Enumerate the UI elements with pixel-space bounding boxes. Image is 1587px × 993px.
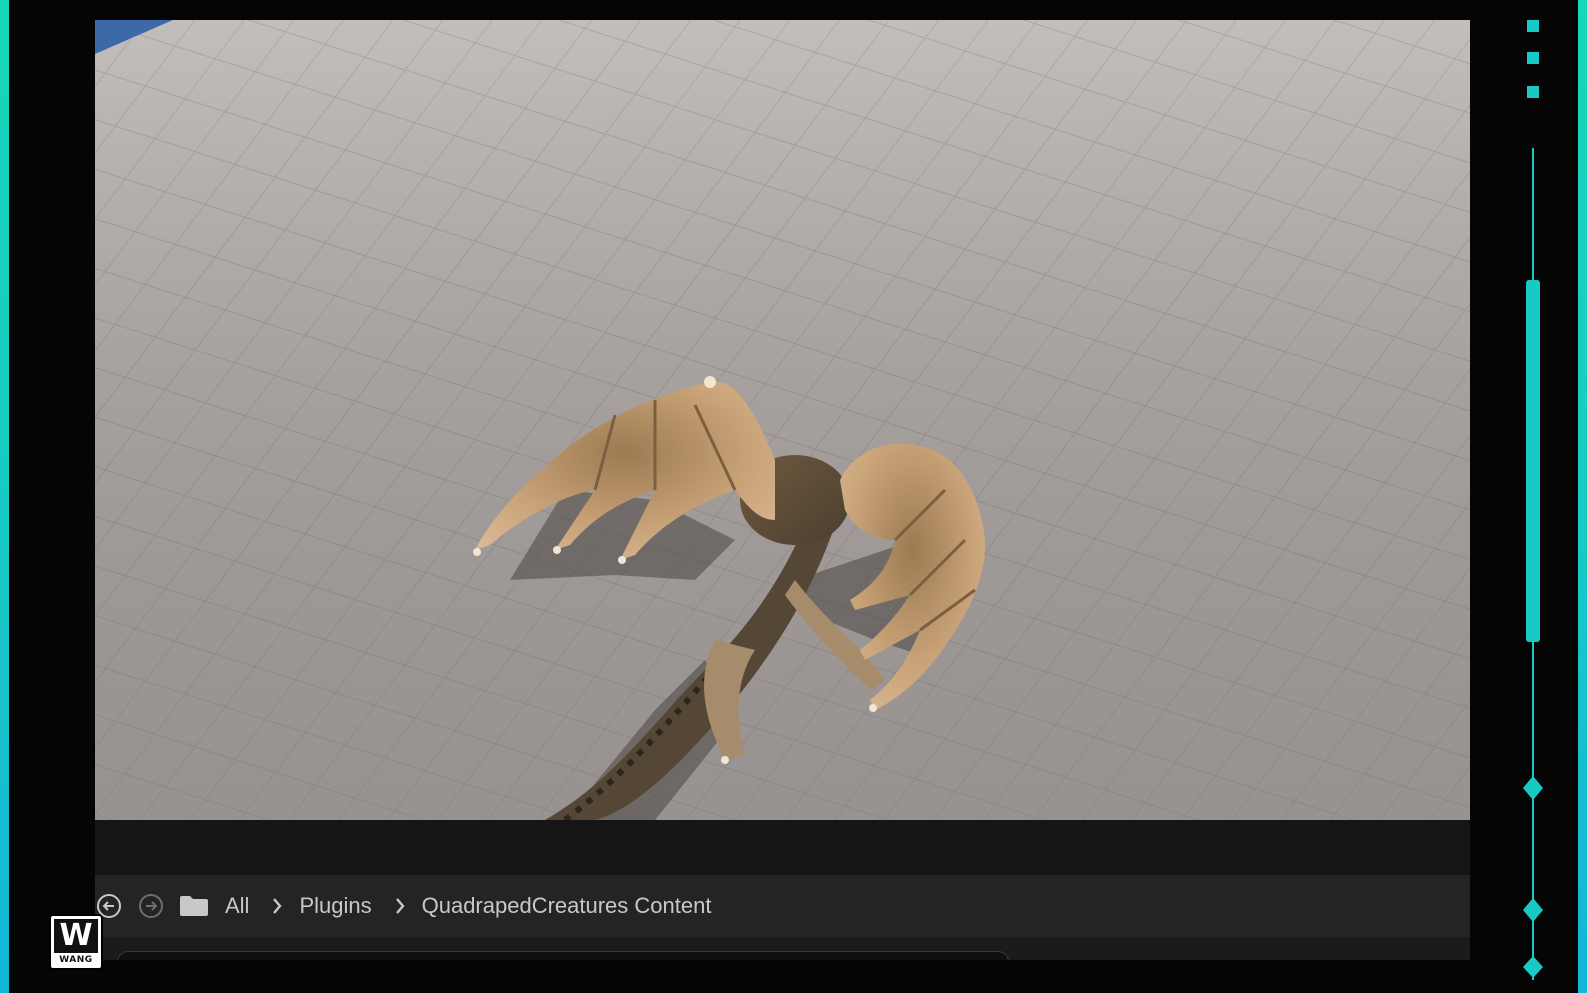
timeline-diamond-3: [1523, 956, 1543, 978]
timeline-diamond-1: [1523, 776, 1543, 800]
channel-logo: W WANG: [49, 914, 103, 970]
breadcrumb-all[interactable]: All: [225, 893, 249, 919]
timeline-progress-segment: [1526, 280, 1540, 642]
viewport-footer: [95, 820, 1470, 875]
arrow-right-circle-icon[interactable]: [137, 892, 165, 920]
chevron-right-icon: [394, 896, 408, 916]
editor-window: All Plugins QuadrapedCreatures Content: [95, 20, 1470, 960]
timeline-square-2: [1527, 52, 1539, 64]
left-accent-bar: [0, 0, 9, 993]
logo-mark: W: [54, 919, 98, 953]
right-accent-bar: [1578, 0, 1587, 993]
search-input[interactable]: [117, 951, 1009, 960]
content-browser-search-strip: [95, 937, 1470, 960]
viewport-scene: [95, 20, 1470, 820]
breadcrumb-plugins[interactable]: Plugins: [299, 893, 371, 919]
timeline-square-1: [1527, 20, 1539, 32]
breadcrumb-quadrapedcreatures-content[interactable]: QuadrapedCreatures Content: [422, 893, 712, 919]
timeline-square-3: [1527, 86, 1539, 98]
level-viewport[interactable]: [95, 20, 1470, 820]
timeline-diamond-2: [1523, 898, 1543, 922]
folder-icon[interactable]: [179, 893, 211, 919]
logo-text: WANG: [59, 955, 93, 965]
timeline-track: [1523, 20, 1543, 980]
chevron-right-icon: [271, 896, 285, 916]
content-browser-navbar: All Plugins QuadrapedCreatures Content: [95, 875, 1470, 937]
